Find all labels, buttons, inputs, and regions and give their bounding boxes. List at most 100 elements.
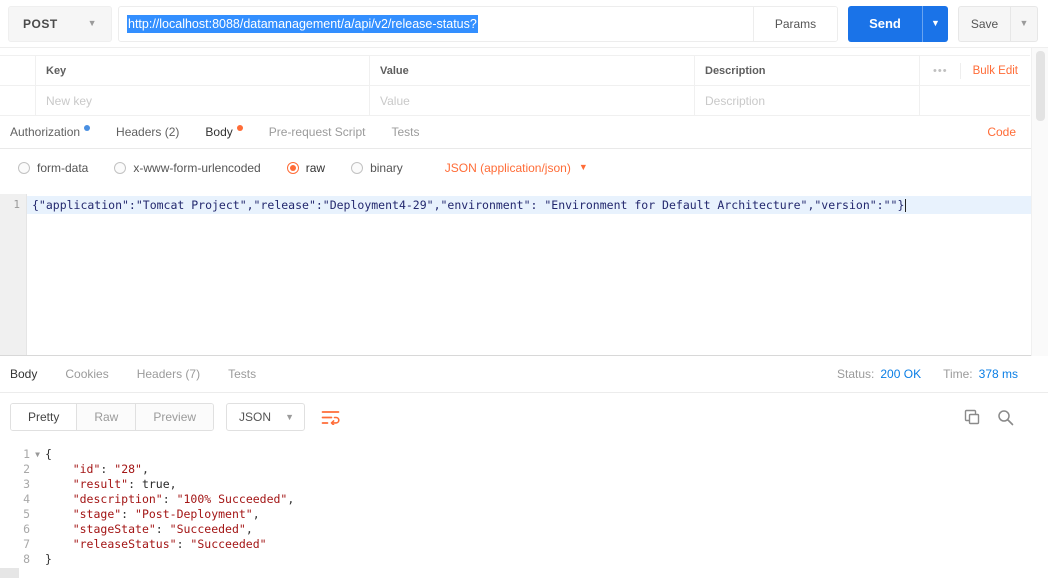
response-format-dropdown[interactable]: JSON ▼ (226, 403, 305, 431)
request-body-json: {"application":"Tomcat Project","release… (32, 198, 905, 212)
fold-gutter (30, 537, 45, 552)
response-tab-body[interactable]: Body (10, 367, 37, 381)
line-number: 1 (13, 198, 20, 211)
url-selected-text: http://localhost:8088/datamanagement/a/a… (127, 14, 478, 33)
response-code-line: 2 "id": "28", (0, 462, 1048, 477)
radio-x-www-form-urlencoded[interactable]: x-www-form-urlencoded (114, 160, 261, 175)
radio-raw[interactable]: raw (286, 160, 326, 175)
body-indicator-dot (236, 125, 243, 131)
method-dropdown[interactable]: POST ▼ (8, 5, 112, 42)
radio-icon (114, 161, 127, 174)
params-editor-table: Key Value Description ••• Bulk Edit (0, 55, 1030, 116)
radio-form-data[interactable]: form-data (18, 161, 88, 175)
tab-body-label: Body (205, 125, 233, 139)
view-mode-pretty[interactable]: Pretty (11, 404, 78, 430)
postman-request-window: POST ▼ http://localhost:8088/datamanagem… (0, 0, 1048, 578)
radio-icon (351, 161, 364, 174)
copy-icon[interactable] (964, 409, 981, 426)
line-number: 7 (23, 537, 30, 551)
code-text: "description": "100% Succeeded", (72, 492, 295, 506)
tab-headers[interactable]: Headers (2) (116, 125, 179, 139)
method-label: POST (23, 16, 58, 31)
fold-toggle-icon[interactable]: ▼ (30, 447, 45, 462)
send-button[interactable]: Send (848, 5, 922, 42)
fold-gutter (30, 507, 45, 522)
row-handle-cell (0, 56, 36, 85)
search-icon[interactable] (997, 409, 1014, 426)
response-code-line: 1 ▼{ (0, 447, 1048, 462)
fold-gutter (30, 522, 45, 537)
view-mode-raw[interactable]: Raw (77, 404, 137, 430)
code-text: { (45, 447, 52, 461)
fold-gutter (30, 462, 45, 477)
line-number: 8 (23, 552, 30, 566)
value-input[interactable] (380, 93, 684, 108)
tab-tests[interactable]: Tests (391, 125, 419, 139)
code-link[interactable]: Code (987, 125, 1016, 139)
content-type-label: JSON (application/json) (444, 160, 571, 175)
response-body-viewer[interactable]: 1 ▼{2 "id": "28", 3 "result": true, 4 "desc… (0, 441, 1048, 567)
time-value: 378 ms (978, 367, 1018, 381)
fold-gutter (30, 492, 45, 507)
line-number: 2 (23, 462, 30, 476)
status-label: Status: (837, 367, 875, 381)
column-header-description: Description (695, 56, 920, 85)
response-tab-headers[interactable]: Headers (7) (137, 367, 200, 381)
request-body-editor[interactable]: 1 {"application":"Tomcat Project","relea… (0, 194, 1048, 356)
scrollbar-thumb[interactable] (1035, 51, 1045, 121)
view-mode-segmented-control: Pretty Raw Preview (10, 403, 215, 431)
editor-code-area[interactable]: {"application":"Tomcat Project","release… (27, 194, 1032, 355)
content-type-dropdown[interactable]: JSON (application/json) ▼ (445, 161, 588, 175)
view-mode-preview[interactable]: Preview (136, 404, 214, 430)
vertical-scrollbar[interactable] (1031, 48, 1048, 356)
text-cursor (905, 198, 907, 212)
send-options-dropdown[interactable]: ▼ (922, 5, 948, 42)
row-handle-cell (0, 86, 36, 115)
save-options-dropdown[interactable]: ▼ (1010, 5, 1038, 42)
response-code-line: 7 "releaseStatus": "Succeeded" (0, 537, 1048, 552)
save-button-group: Save ▼ (958, 5, 1038, 42)
line-number: 6 (23, 522, 30, 536)
table-row (0, 86, 1030, 116)
response-meta: Status: 200 OK Time: 378 ms (837, 367, 1018, 381)
radio-icon (18, 161, 30, 174)
body-type-selector: form-data x-www-form-urlencoded raw bina… (0, 149, 1048, 186)
description-cell (695, 86, 920, 115)
response-code-line: 6 "stageState": "Succeeded", (0, 522, 1048, 537)
save-button[interactable]: Save (958, 5, 1010, 42)
radio-binary[interactable]: binary (351, 161, 403, 175)
code-text: "stage": "Post-Deployment", (72, 507, 260, 521)
description-input[interactable] (705, 93, 909, 108)
line-number: 4 (23, 492, 30, 506)
radio-urlencoded-label: x-www-form-urlencoded (133, 160, 261, 175)
request-tabs: Authorization Headers (2) Body Pre-reque… (0, 116, 1048, 149)
radio-raw-label: raw (305, 160, 326, 175)
wrap-text-icon[interactable] (321, 410, 340, 425)
send-button-group: Send ▼ (848, 5, 948, 42)
response-tab-tests[interactable]: Tests (228, 367, 256, 381)
time-label: Time: (943, 367, 973, 381)
radio-binary-label: binary (370, 160, 403, 175)
params-button[interactable]: Params (753, 6, 837, 41)
tab-pre-request-script[interactable]: Pre-request Script (269, 125, 366, 139)
table-actions-cell: ••• Bulk Edit (920, 56, 1030, 85)
status-badge: 200 OK (880, 367, 922, 381)
response-code-line: 5 "stage": "Post-Deployment", (0, 507, 1048, 522)
column-header-key: Key (36, 56, 370, 85)
editor-line-number-gutter: 1 (0, 194, 27, 355)
response-tab-cookies[interactable]: Cookies (65, 367, 108, 381)
url-input[interactable]: http://localhost:8088/datamanagement/a/a… (119, 7, 753, 41)
fold-gutter (30, 477, 45, 492)
radio-form-data-label: form-data (37, 160, 89, 175)
url-field-group: http://localhost:8088/datamanagement/a/a… (118, 5, 838, 42)
new-key-input[interactable] (46, 93, 359, 108)
bulk-edit-link[interactable]: Bulk Edit (973, 65, 1018, 77)
bottom-corner-box (0, 568, 19, 578)
more-options-icon[interactable]: ••• (933, 65, 948, 77)
column-header-value: Value (370, 56, 695, 85)
tab-body[interactable]: Body (205, 125, 243, 139)
line-number: 1 (23, 447, 30, 461)
divider (959, 62, 961, 79)
chevron-down-icon: ▼ (87, 18, 97, 28)
tab-authorization[interactable]: Authorization (10, 125, 91, 139)
